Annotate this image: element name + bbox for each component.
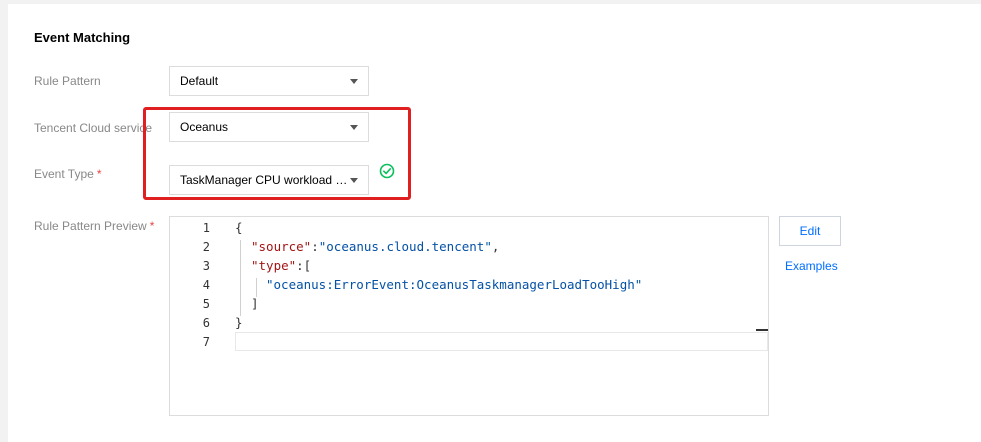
active-line bbox=[235, 332, 768, 351]
indent-guide bbox=[240, 240, 241, 316]
preview-label: Rule Pattern Preview * bbox=[34, 219, 154, 233]
code-token: "oceanus.cloud.tencent" bbox=[318, 239, 492, 254]
rule-pattern-label: Rule Pattern bbox=[34, 74, 101, 88]
code-token: { bbox=[235, 220, 243, 235]
code-line: "source":"oceanus.cloud.tencent", bbox=[251, 239, 499, 254]
code-line: ] bbox=[251, 296, 259, 311]
line-number: 4 bbox=[202, 278, 210, 292]
code-token: "source" bbox=[251, 239, 312, 254]
event-type-label-text: Event Type bbox=[34, 167, 94, 181]
rule-pattern-select[interactable]: Default bbox=[169, 66, 369, 96]
code-token: "type" bbox=[251, 258, 297, 273]
cloud-service-label-text: Tencent Cloud service bbox=[34, 121, 153, 135]
edit-button[interactable]: Edit bbox=[779, 216, 841, 246]
caret-down-icon bbox=[350, 79, 358, 84]
code-token: "oceanus:ErrorEvent:OceanusTaskmanagerLo… bbox=[266, 277, 643, 292]
required-mark: * bbox=[96, 167, 102, 181]
preview-label-text: Rule Pattern Preview bbox=[34, 219, 147, 233]
rule-pattern-value: Default bbox=[180, 74, 219, 88]
code-token: , bbox=[491, 239, 500, 254]
line-number: 7 bbox=[202, 335, 210, 349]
indent-guide bbox=[256, 278, 257, 297]
required-mark: * bbox=[149, 219, 155, 233]
line-number: 1 bbox=[202, 221, 210, 235]
section-title: Event Matching bbox=[34, 30, 131, 45]
examples-link[interactable]: Examples bbox=[785, 259, 838, 273]
cloud-service-label: Tencent Cloud service bbox=[34, 121, 152, 135]
code-line: } bbox=[235, 315, 243, 330]
line-number: 2 bbox=[202, 240, 210, 254]
rule-pattern-label-text: Rule Pattern bbox=[34, 74, 101, 88]
code-token: : bbox=[311, 239, 319, 254]
code-token: } bbox=[235, 315, 243, 330]
event-type-label: Event Type * bbox=[34, 167, 102, 181]
event-matching-panel: Event Matching Rule Pattern Default Tenc… bbox=[8, 0, 981, 442]
highlight-box bbox=[143, 107, 411, 200]
code-editor[interactable]: 1 2 3 4 5 6 7 { "source":"oceanus.cloud.… bbox=[169, 216, 769, 416]
line-number: 5 bbox=[202, 297, 210, 311]
code-token: ] bbox=[251, 296, 259, 311]
code-token: :[ bbox=[296, 258, 312, 273]
code-line: "type":[ bbox=[251, 258, 311, 273]
code-line: "oceanus:ErrorEvent:OceanusTaskmanagerLo… bbox=[266, 277, 642, 292]
line-number: 6 bbox=[202, 316, 210, 330]
code-line: { bbox=[235, 220, 243, 235]
scroll-marker bbox=[756, 329, 768, 331]
line-number: 3 bbox=[202, 259, 210, 273]
